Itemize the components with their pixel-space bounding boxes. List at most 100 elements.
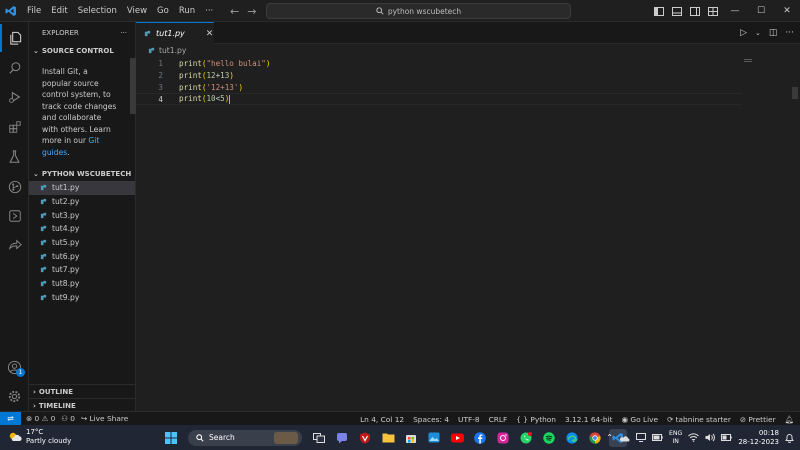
chevron-up-icon[interactable]: ⌃: [606, 433, 613, 442]
indentation[interactable]: Spaces: 4: [413, 415, 449, 424]
code-line-3[interactable]: 3 print('12+13'): [136, 81, 742, 93]
task-view-icon[interactable]: [310, 429, 328, 447]
toggle-panel-icon[interactable]: [669, 0, 685, 22]
teams-chat-icon[interactable]: [333, 429, 351, 447]
windows-start-icon[interactable]: [162, 429, 180, 447]
file-item-tut8[interactable]: tut8.py: [29, 277, 135, 291]
explorer-icon[interactable]: [0, 24, 29, 52]
file-item-tut3[interactable]: tut3.py: [29, 208, 135, 222]
testing-flask-icon[interactable]: [0, 143, 29, 171]
more-actions-icon[interactable]: ···: [785, 28, 794, 38]
taskbar-search[interactable]: Search: [188, 429, 302, 446]
python-file-icon: [40, 226, 47, 232]
tabnine-status[interactable]: ⟳ tabnine starter: [667, 415, 731, 424]
settings-gear-icon[interactable]: [0, 382, 29, 410]
code-line-4[interactable]: 4 print(10<5): [136, 93, 742, 105]
remote-indicator-icon[interactable]: ⇌: [0, 411, 21, 426]
language-mode[interactable]: { } Python: [516, 415, 556, 424]
command-center[interactable]: python wscubetech: [266, 3, 571, 19]
minimize-button[interactable]: —: [722, 0, 748, 22]
ports-indicator[interactable]: ⚇ 0: [61, 414, 75, 423]
microsoft-store-icon[interactable]: [402, 429, 420, 447]
mcafee-icon[interactable]: [356, 429, 374, 447]
code-line-1[interactable]: 1 print("hello bulai"): [136, 57, 742, 69]
go-live-button[interactable]: ◉ Go Live: [622, 415, 659, 424]
live-share-status[interactable]: ↪ Live Share: [81, 414, 128, 423]
file-item-tut9[interactable]: tut9.py: [29, 291, 135, 305]
chrome-browser-icon[interactable]: [586, 429, 604, 447]
remote-explorer-icon[interactable]: [0, 202, 29, 230]
onedrive-cloud-icon[interactable]: [619, 434, 630, 442]
file-encoding[interactable]: UTF-8: [458, 415, 480, 424]
timeline-section-header[interactable]: › TIMELINE: [29, 398, 136, 412]
extensions-icon[interactable]: [0, 113, 29, 141]
file-item-tut7[interactable]: tut7.py: [29, 263, 135, 277]
menu-more[interactable]: ···: [200, 0, 218, 22]
wifi-icon[interactable]: [688, 433, 700, 442]
battery-icon[interactable]: [651, 434, 663, 441]
facebook-icon[interactable]: [471, 429, 489, 447]
tab-label: tut1.py: [156, 29, 185, 38]
run-debug-icon[interactable]: [0, 83, 29, 111]
code-editor[interactable]: 1 print("hello bulai") 2 print(12+13) 3 …: [136, 57, 800, 411]
folder-section-header[interactable]: ⌄ PYTHON WSCUBETECH: [29, 167, 135, 181]
split-editor-icon[interactable]: ◫: [769, 28, 778, 38]
minimap[interactable]: [744, 59, 752, 62]
file-item-tut6[interactable]: tut6.py: [29, 249, 135, 263]
accounts-icon[interactable]: 1: [0, 353, 29, 381]
forward-arrow-icon[interactable]: →: [247, 5, 256, 18]
system-clock[interactable]: 00:18 28-12-2023: [738, 429, 779, 447]
instagram-icon[interactable]: [494, 429, 512, 447]
youtube-icon[interactable]: [448, 429, 466, 447]
chevron-down-icon[interactable]: ⌄: [755, 29, 761, 37]
input-language[interactable]: ENG IN: [669, 430, 682, 446]
outline-section-header[interactable]: › OUTLINE: [29, 384, 136, 398]
run-python-icon[interactable]: ▷: [740, 28, 747, 38]
problems-indicator[interactable]: ⊗ 0 ⚠ 0: [26, 414, 55, 423]
battery-status-icon[interactable]: [721, 434, 733, 441]
notifications-bell-icon[interactable]: 🔔︎: [785, 415, 794, 424]
menu-run[interactable]: Run: [174, 0, 200, 22]
code-line-2[interactable]: 2 print(12+13): [136, 69, 742, 81]
edge-browser-icon[interactable]: [563, 429, 581, 447]
speaker-icon[interactable]: [705, 433, 716, 442]
title-bar: File Edit Selection View Go Run ··· ← → …: [0, 0, 800, 22]
display-icon[interactable]: [635, 433, 646, 442]
file-item-tut4[interactable]: tut4.py: [29, 222, 135, 236]
menu-go[interactable]: Go: [152, 0, 174, 22]
source-control-section-header[interactable]: ⌄ SOURCE CONTROL: [29, 44, 135, 58]
end-of-line[interactable]: CRLF: [489, 415, 508, 424]
toggle-primary-sidebar-icon[interactable]: [651, 0, 667, 22]
sidebar-more-button[interactable]: ···: [120, 29, 127, 37]
vscode-window: File Edit Selection View Go Run ··· ← → …: [0, 0, 800, 450]
accounts-badge: 1: [16, 368, 25, 377]
git-graph-icon[interactable]: [0, 173, 29, 201]
prettier-status[interactable]: ⊘ Prettier: [740, 415, 776, 424]
cursor-position[interactable]: Ln 4, Col 12: [360, 415, 404, 424]
menu-file[interactable]: File: [22, 0, 46, 22]
tab-tut1[interactable]: tut1.py ✕: [136, 22, 214, 44]
spotify-icon[interactable]: [540, 429, 558, 447]
whatsapp-icon[interactable]: [517, 429, 535, 447]
toggle-secondary-sidebar-icon[interactable]: [687, 0, 703, 22]
notification-bell-icon[interactable]: [785, 433, 794, 443]
editor-scrollbar[interactable]: [792, 87, 798, 99]
search-icon[interactable]: [0, 54, 29, 82]
menu-edit[interactable]: Edit: [46, 0, 72, 22]
customize-layout-icon[interactable]: [705, 0, 721, 22]
photos-icon[interactable]: [425, 429, 443, 447]
breadcrumb[interactable]: tut1.py: [136, 44, 800, 57]
close-tab-icon[interactable]: ✕: [206, 29, 214, 39]
python-interpreter[interactable]: 3.12.1 64-bit: [565, 415, 613, 424]
back-arrow-icon[interactable]: ←: [230, 5, 239, 18]
file-explorer-icon[interactable]: [379, 429, 397, 447]
weather-widget[interactable]: 17°C Partly cloudy: [8, 428, 71, 446]
live-share-icon[interactable]: [0, 231, 29, 259]
file-item-tut5[interactable]: tut5.py: [29, 236, 135, 250]
file-item-tut1[interactable]: tut1.py: [29, 181, 135, 195]
close-window-button[interactable]: ✕: [774, 0, 800, 22]
menu-view[interactable]: View: [122, 0, 152, 22]
menu-selection[interactable]: Selection: [73, 0, 122, 22]
file-item-tut2[interactable]: tut2.py: [29, 195, 135, 209]
maximize-button[interactable]: ☐: [748, 0, 774, 22]
